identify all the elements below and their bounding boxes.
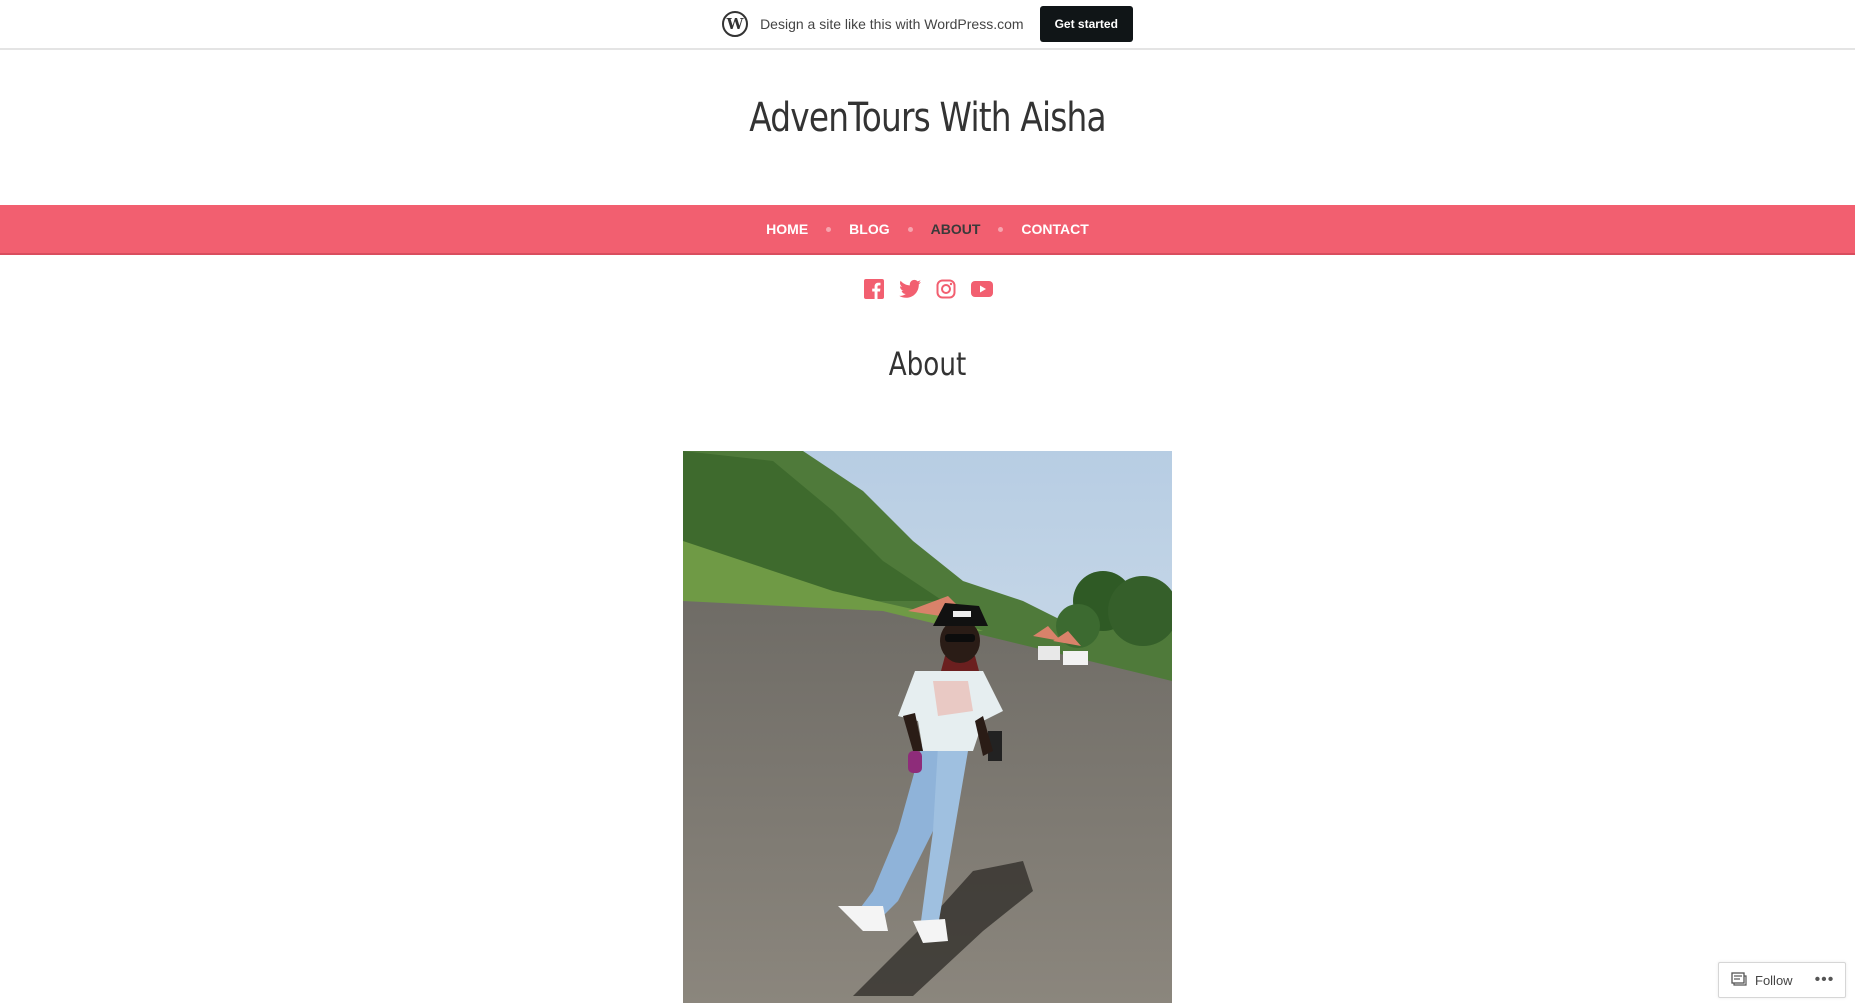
nav-separator (826, 226, 832, 232)
page-title: About (888, 345, 967, 383)
youtube-icon[interactable] (970, 278, 993, 300)
reader-icon[interactable] (1731, 971, 1747, 989)
wordpress-logo-icon[interactable]: W (722, 11, 749, 37)
about-photo (683, 451, 1172, 1003)
nav-item-home[interactable]: HOME (766, 221, 808, 237)
instagram-icon[interactable] (935, 278, 957, 300)
nav-separator (998, 226, 1004, 232)
nav-item-blog[interactable]: BLOG (849, 221, 889, 237)
site-title[interactable]: AdvenTours With Aisha (167, 95, 1688, 141)
wordpress-promo-bar: W Design a site like this with WordPress… (0, 0, 1855, 50)
social-links (0, 278, 1855, 300)
follow-widget: Follow ••• (1718, 962, 1846, 998)
nav-list: HOME BLOG ABOUT CONTACT (766, 221, 1089, 237)
nav-item-contact[interactable]: CONTACT (1021, 221, 1088, 237)
get-started-button[interactable]: Get started (1039, 6, 1133, 42)
promo-text[interactable]: Design a site like this with WordPress.c… (760, 16, 1024, 32)
promo-content: W Design a site like this with WordPress… (722, 6, 1133, 42)
twitter-icon[interactable] (898, 278, 921, 300)
more-options-icon[interactable]: ••• (1815, 971, 1835, 989)
nav-item-about[interactable]: ABOUT (931, 221, 981, 237)
follow-button[interactable]: Follow (1755, 973, 1793, 988)
main-navigation: HOME BLOG ABOUT CONTACT (0, 205, 1855, 255)
facebook-icon[interactable] (863, 278, 885, 300)
nav-separator (907, 226, 913, 232)
